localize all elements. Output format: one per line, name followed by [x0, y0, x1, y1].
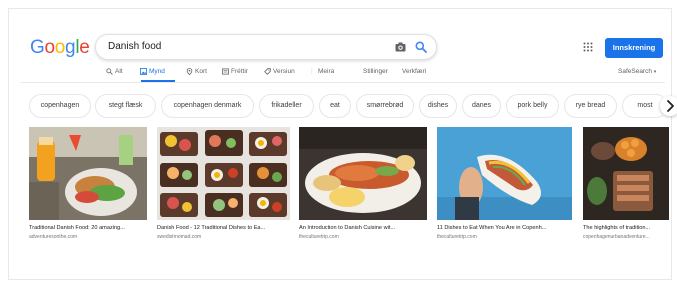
- search-box[interactable]: [95, 34, 437, 60]
- result-title[interactable]: The highlights of tradition...: [583, 225, 669, 231]
- result-source: theculturetrip.com: [437, 234, 477, 240]
- tab-images[interactable]: Mynd: [140, 68, 165, 75]
- food-photo: [299, 127, 427, 220]
- tab-label: Versiun: [273, 68, 295, 75]
- chip[interactable]: pork belly: [506, 94, 559, 118]
- tab-label: Meira: [318, 68, 335, 75]
- tab-more[interactable]: Meira: [318, 68, 334, 75]
- result-thumbnail[interactable]: [157, 127, 290, 220]
- map-pin-icon: [186, 68, 193, 75]
- tag-icon: [264, 68, 271, 75]
- result-thumbnail[interactable]: [299, 127, 427, 220]
- search-input[interactable]: [108, 41, 368, 52]
- food-photo: [157, 127, 290, 220]
- tab-label: Fréttir: [231, 68, 248, 75]
- result-source: theculturetrip.com: [299, 234, 339, 240]
- result-title[interactable]: 11 Dishes to Eat When You Are in Copenh.…: [437, 225, 572, 231]
- result-source: copenhagenurbanadventure...: [583, 234, 650, 240]
- chip[interactable]: smørrebrød: [356, 94, 414, 118]
- tab-label: Mynd: [149, 68, 165, 75]
- tab-maps[interactable]: Kort: [186, 68, 207, 75]
- news-icon: [222, 68, 229, 75]
- chip[interactable]: dishes: [419, 94, 457, 118]
- logo-letter: e: [79, 37, 90, 58]
- tab-all[interactable]: Alt: [106, 68, 123, 75]
- tab-label: Kort: [195, 68, 207, 75]
- tab-news[interactable]: Fréttir: [222, 68, 248, 75]
- tab-label: Verkfæri: [402, 68, 427, 75]
- apps-grid-icon[interactable]: [583, 42, 593, 52]
- result-thumbnail[interactable]: [29, 127, 147, 220]
- safesearch-label: SafeSearch: [618, 68, 652, 75]
- food-photo: [437, 127, 572, 220]
- safesearch-toggle[interactable]: SafeSearch ▾: [618, 68, 656, 75]
- tab-tools[interactable]: Verkfæri: [402, 68, 426, 75]
- chip[interactable]: frikadeller: [259, 94, 314, 118]
- google-logo[interactable]: Google: [30, 37, 90, 59]
- result-title[interactable]: Danish Food - 12 Traditional Dishes to E…: [157, 225, 290, 231]
- chip[interactable]: danes: [462, 94, 501, 118]
- result-source: adventuresonthe.com: [29, 234, 78, 240]
- chip[interactable]: eat: [319, 94, 351, 118]
- food-photo: [583, 127, 669, 220]
- logo-letter: o: [44, 37, 55, 58]
- related-searches: copenhagen stegt flæsk copenhagen denmar…: [29, 94, 663, 118]
- signin-button[interactable]: Innskrening: [605, 38, 663, 58]
- tab-settings[interactable]: Stillinger: [363, 68, 388, 75]
- chip[interactable]: copenhagen denmark: [161, 94, 254, 118]
- image-icon: [140, 68, 147, 75]
- logo-letter: o: [54, 37, 66, 58]
- tab-label: Alt: [115, 68, 123, 75]
- tab-divider: |: [311, 68, 313, 75]
- chevron-down-icon: ▾: [653, 69, 657, 75]
- search-icon[interactable]: [415, 41, 427, 53]
- result-source: swedishnomad.com: [157, 234, 202, 240]
- result-thumbnail[interactable]: [583, 127, 669, 220]
- result-title[interactable]: An Introduction to Danish Cuisine wit...: [299, 225, 427, 231]
- tab-label: Stillinger: [363, 68, 388, 75]
- result-thumbnail[interactable]: [437, 127, 572, 220]
- chip[interactable]: copenhagen: [29, 94, 91, 118]
- chip[interactable]: most: [622, 94, 663, 118]
- search-icon: [106, 68, 113, 75]
- camera-icon[interactable]: [395, 42, 406, 52]
- food-photo: [29, 127, 147, 220]
- chip[interactable]: stegt flæsk: [95, 94, 156, 118]
- result-title[interactable]: Traditional Danish Food: 20 amazing...: [29, 225, 147, 231]
- chevron-right-icon[interactable]: [660, 96, 677, 116]
- tab-shopping[interactable]: Versiun: [264, 68, 295, 75]
- header-divider: [20, 82, 665, 83]
- logo-letter: g: [65, 37, 76, 58]
- logo-letter: G: [30, 37, 45, 58]
- chip[interactable]: rye bread: [564, 94, 617, 118]
